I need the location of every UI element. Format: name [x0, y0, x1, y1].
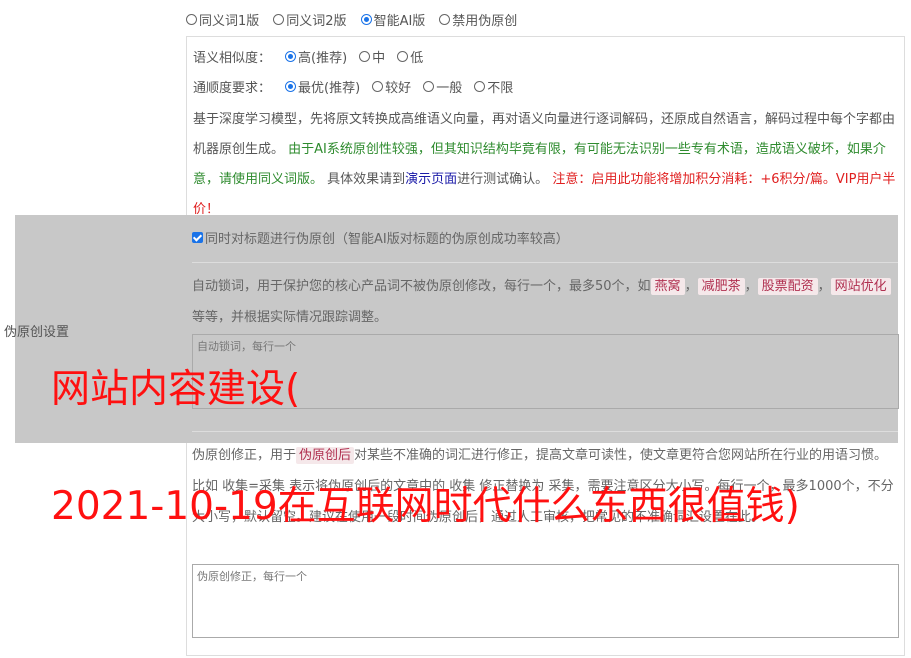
divider [192, 431, 898, 432]
radio-icon[interactable] [273, 14, 285, 25]
radio-icon[interactable] [439, 14, 451, 25]
similarity-label: 语义相似度： [193, 51, 272, 66]
title-rewrite-checkbox-row[interactable]: 同时对标题进行伪原创（智能AI版对标题的伪原创成功率较高） [192, 228, 569, 247]
fluency-option-unlimited[interactable]: 不限 [474, 77, 513, 96]
fluency-option-normal[interactable]: 一般 [423, 77, 462, 96]
side-label: 伪原创设置 [4, 325, 70, 340]
radio-checked-icon[interactable] [360, 14, 372, 25]
mode-option-synonym2[interactable]: 同义词2版 [273, 10, 347, 29]
checkbox-checked-icon[interactable] [192, 232, 203, 243]
radio-icon[interactable] [359, 51, 371, 62]
demo-page-link[interactable]: 演示页面 [405, 172, 457, 187]
fluency-option-good[interactable]: 较好 [372, 77, 411, 96]
radio-icon[interactable] [423, 81, 435, 92]
lock-words-description: 自动锁词，用于保护您的核心产品词不被伪原创修改，每行一个，最多50个，如 燕窝，减… [192, 271, 898, 333]
fluency-label: 通顺度要求： [193, 81, 272, 96]
correction-tag: 伪原创后 [296, 447, 355, 464]
ai-description: 基于深度学习模型，先将原文转换成高维语义向量，再对语义向量进行逐词解码，还原成自… [193, 112, 896, 217]
example-tag: 网站优化 [830, 278, 891, 295]
watermark-line-1: 网站内容建设( [51, 367, 301, 412]
mode-option-synonym1[interactable]: 同义词1版 [186, 10, 259, 29]
example-tag: 减肥茶 [697, 278, 745, 295]
radio-icon[interactable] [372, 81, 384, 92]
mode-option-ai[interactable]: 智能AI版 [360, 10, 425, 29]
radio-checked-icon[interactable] [285, 81, 297, 92]
radio-icon[interactable] [397, 51, 409, 62]
mode-radio-group: 同义词1版 同义词2版 智能AI版 禁用伪原创 [186, 10, 517, 29]
correction-textarea[interactable] [192, 564, 899, 638]
similarity-row: 语义相似度： 高(推荐) 中 低 [193, 47, 423, 66]
similarity-option-medium[interactable]: 中 [359, 47, 385, 66]
similarity-option-low[interactable]: 低 [397, 47, 423, 66]
fluency-option-best[interactable]: 最优(推荐) [285, 77, 360, 96]
radio-checked-icon[interactable] [285, 51, 297, 62]
similarity-option-high[interactable]: 高(推荐) [285, 47, 347, 66]
radio-icon[interactable] [474, 81, 486, 92]
example-tag: 燕窝 [650, 278, 685, 295]
watermark-line-2: 2021-10-19在互联网时代什么东西很值钱) [51, 484, 800, 529]
radio-icon[interactable] [186, 14, 197, 25]
mode-option-disable[interactable]: 禁用伪原创 [439, 10, 517, 29]
divider [192, 262, 898, 263]
fluency-row: 通顺度要求： 最优(推荐) 较好 一般 不限 [193, 77, 513, 96]
example-tag: 股票配资 [757, 278, 818, 295]
